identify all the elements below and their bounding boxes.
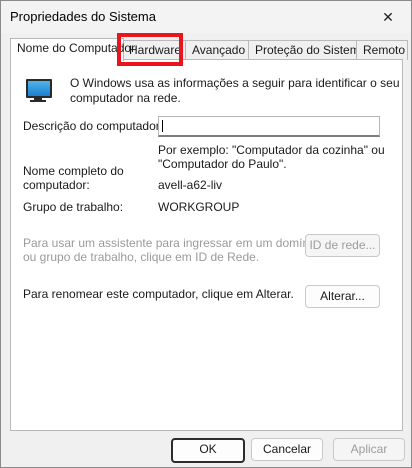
fullname-label-line1: Nome completo do bbox=[23, 164, 124, 178]
network-id-button[interactable]: ID de rede... bbox=[305, 234, 380, 257]
tab-nome-do-computador[interactable]: Nome do Computador bbox=[10, 38, 135, 61]
example-text-line1: Por exemplo: "Computador da cozinha" ou bbox=[158, 143, 385, 157]
tab-protecao-do-sistema[interactable]: Proteção do Sistema bbox=[248, 40, 366, 60]
tab-avancado[interactable]: Avançado bbox=[185, 40, 251, 60]
title-bar: Propriedades do Sistema ✕ bbox=[1, 1, 411, 33]
system-properties-window: Propriedades do Sistema ✕ Nome do Comput… bbox=[0, 0, 412, 468]
apply-button[interactable]: Aplicar bbox=[333, 438, 405, 461]
computer-icon-base bbox=[30, 100, 46, 102]
tab-remoto[interactable]: Remoto bbox=[356, 40, 408, 60]
info-text-line1: O Windows usa as informações a seguir pa… bbox=[70, 76, 400, 90]
description-label: Descrição do computador: bbox=[23, 119, 164, 133]
info-text-line2: computador na rede. bbox=[70, 91, 181, 105]
ok-button[interactable]: OK bbox=[171, 438, 245, 463]
cancel-button[interactable]: Cancelar bbox=[251, 438, 323, 461]
network-id-text-line1: Para usar um assistente para ingressar e… bbox=[23, 236, 319, 250]
window-title: Propriedades do Sistema bbox=[10, 9, 156, 24]
close-icon[interactable]: ✕ bbox=[365, 1, 411, 33]
computer-icon bbox=[26, 79, 52, 98]
network-id-text-line2: ou grupo de trabalho, clique em ID de Re… bbox=[23, 250, 260, 264]
fullname-label-line2: computador: bbox=[23, 178, 90, 192]
rename-text: Para renomear este computador, clique em… bbox=[23, 287, 294, 301]
workgroup-label: Grupo de trabalho: bbox=[23, 200, 124, 214]
change-button[interactable]: Alterar... bbox=[305, 285, 380, 308]
text-caret bbox=[162, 120, 163, 132]
hardware-tab-highlight bbox=[117, 33, 183, 66]
description-input[interactable] bbox=[158, 116, 380, 137]
workgroup-value: WORKGROUP bbox=[158, 200, 240, 214]
fullname-value: avell-a62-liv bbox=[158, 178, 223, 192]
example-text-line2: "Computador do Paulo". bbox=[158, 157, 287, 171]
